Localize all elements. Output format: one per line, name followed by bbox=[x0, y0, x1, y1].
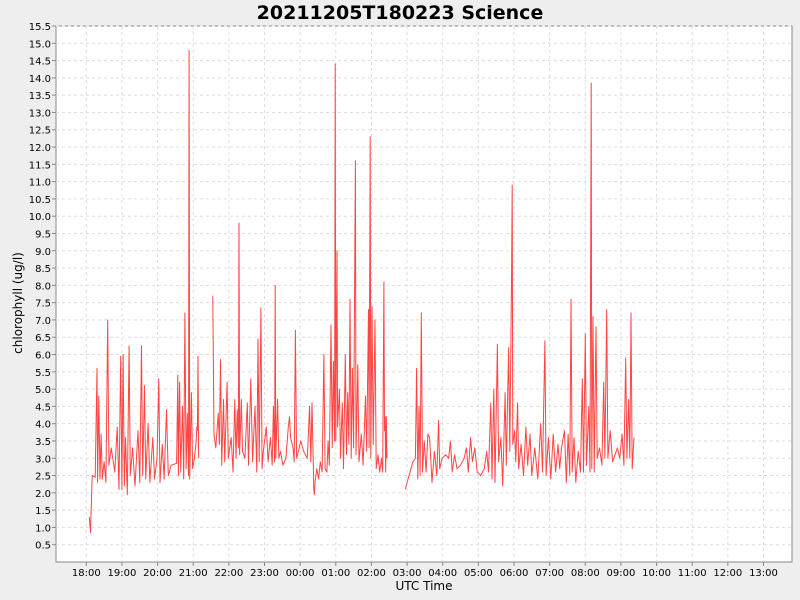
x-tick-label: 23:00 bbox=[250, 568, 279, 579]
x-tick-label: 13:00 bbox=[749, 568, 778, 579]
y-tick-label: 14.0 bbox=[29, 74, 51, 85]
x-tick-label: 20:00 bbox=[143, 568, 172, 579]
y-tick-label: 1.5 bbox=[35, 506, 51, 517]
y-tick-label: 5.5 bbox=[35, 368, 51, 379]
x-tick-label: 03:00 bbox=[393, 568, 422, 579]
x-tick-label: 01:00 bbox=[321, 568, 350, 579]
chlorophyll-line-chart: 20211205T180223 Science 0.5 1.0 1.5 2.0 2.5 3… bbox=[11, 2, 793, 593]
y-tick-label: 1.0 bbox=[35, 523, 51, 534]
y-axis: 0.5 1.0 1.5 2.0 2.5 3.0 3.5 4.0 4.5 5.0 5.5 6.0 6.5 7… bbox=[29, 22, 56, 552]
y-tick-label: 3.0 bbox=[35, 454, 51, 465]
x-tick-label: 11:00 bbox=[678, 568, 707, 579]
x-tick-label: 02:00 bbox=[357, 568, 386, 579]
y-tick-label: 14.5 bbox=[29, 57, 51, 68]
x-axis: 18:00 19:00 20:00 21:00 22:00 23:00 00:00 01:00… bbox=[72, 562, 778, 579]
x-tick-label: 07:00 bbox=[535, 568, 564, 579]
x-tick-label: 00:00 bbox=[286, 568, 315, 579]
plot-area bbox=[55, 25, 793, 563]
y-tick-label: 6.5 bbox=[35, 333, 51, 344]
y-tick-label: 0.5 bbox=[35, 541, 51, 552]
y-axis-label: chlorophyll (ug/l) bbox=[11, 252, 25, 354]
x-tick-label: 06:00 bbox=[500, 568, 529, 579]
y-tick-label: 5.0 bbox=[35, 385, 51, 396]
y-tick-label: 9.0 bbox=[35, 247, 51, 258]
y-tick-label: 11.0 bbox=[29, 178, 51, 189]
y-tick-label: 4.0 bbox=[35, 420, 51, 431]
y-tick-label: 2.0 bbox=[35, 489, 51, 500]
x-tick-label: 12:00 bbox=[713, 568, 742, 579]
y-tick-label: 15.0 bbox=[29, 39, 51, 50]
x-tick-label: 09:00 bbox=[607, 568, 636, 579]
y-tick-label: 11.5 bbox=[29, 160, 51, 171]
x-tick-label: 19:00 bbox=[108, 568, 137, 579]
x-tick-label: 10:00 bbox=[642, 568, 671, 579]
y-tick-label: 10.0 bbox=[29, 212, 51, 223]
x-tick-label: 05:00 bbox=[464, 568, 493, 579]
y-tick-label: 2.5 bbox=[35, 472, 51, 483]
x-tick-label: 21:00 bbox=[179, 568, 208, 579]
y-tick-label: 10.5 bbox=[29, 195, 51, 206]
x-tick-label: 18:00 bbox=[72, 568, 101, 579]
x-tick-label: 04:00 bbox=[428, 568, 457, 579]
y-tick-label: 4.5 bbox=[35, 402, 51, 413]
x-tick-label: 08:00 bbox=[571, 568, 600, 579]
y-tick-label: 7.5 bbox=[35, 299, 51, 310]
y-tick-label: 3.5 bbox=[35, 437, 51, 448]
y-tick-label: 13.5 bbox=[29, 91, 51, 102]
y-tick-label: 12.5 bbox=[29, 126, 51, 137]
y-tick-label: 6.0 bbox=[35, 351, 51, 362]
y-tick-label: 9.5 bbox=[35, 229, 51, 240]
chart-title: 20211205T180223 Science bbox=[257, 2, 544, 24]
x-axis-label: UTC Time bbox=[396, 579, 453, 593]
y-tick-label: 8.5 bbox=[35, 264, 51, 275]
x-tick-label: 22:00 bbox=[214, 568, 243, 579]
y-tick-label: 13.0 bbox=[29, 108, 51, 119]
y-tick-label: 7.0 bbox=[35, 316, 51, 327]
y-tick-label: 8.0 bbox=[35, 281, 51, 292]
y-tick-label: 15.5 bbox=[29, 22, 51, 33]
y-tick-label: 12.0 bbox=[29, 143, 51, 154]
